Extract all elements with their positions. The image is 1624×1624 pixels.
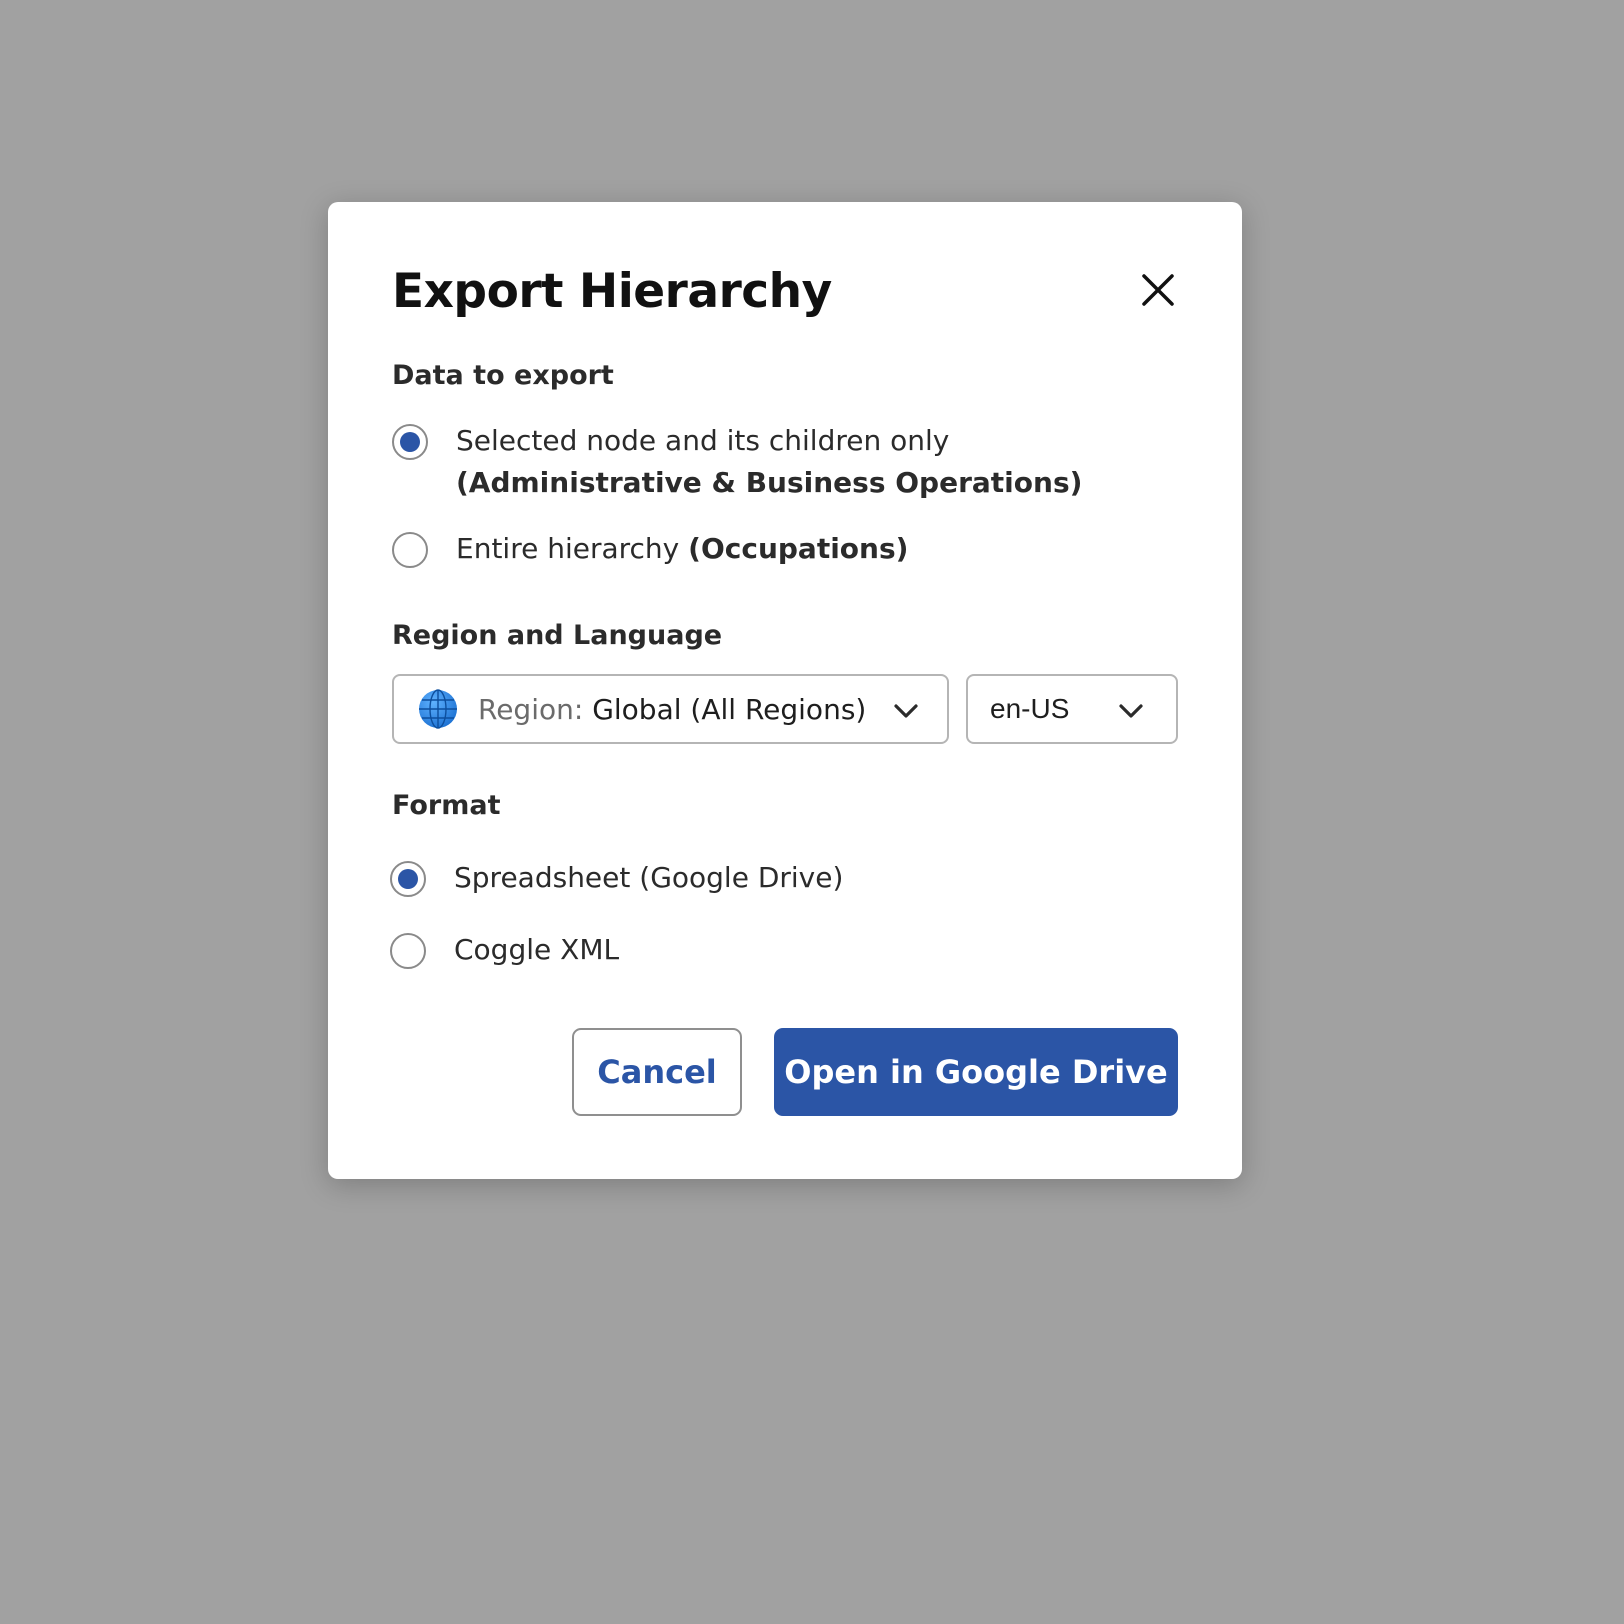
chevron-down-icon <box>1119 704 1143 718</box>
radio-spreadsheet[interactable] <box>390 861 426 897</box>
option-label: Selected node and its children only <box>456 424 950 457</box>
close-icon <box>1142 274 1174 306</box>
region-language-label: Region and Language <box>392 620 723 651</box>
open-in-google-drive-button[interactable]: Open in Google Drive <box>774 1028 1178 1116</box>
radio-coggle-xml[interactable] <box>390 933 426 969</box>
format-option-coggle-xml-label: Coggle XML <box>454 933 620 966</box>
format-label: Format <box>392 790 501 821</box>
close-button[interactable] <box>1134 266 1182 314</box>
export-option-selected-node[interactable]: Selected node and its children only (Adm… <box>392 424 1082 504</box>
globe-icon <box>419 689 457 729</box>
region-select[interactable]: Region: Global (All Regions) <box>392 674 949 744</box>
export-option-selected-node-label: Selected node and its children only (Adm… <box>456 420 1082 504</box>
radio-selected-node[interactable] <box>392 424 428 460</box>
option-label: Entire hierarchy <box>456 532 680 565</box>
export-option-entire-hierarchy[interactable]: Entire hierarchy (Occupations) <box>392 532 908 570</box>
region-select-text: Region: Global (All Regions) <box>478 693 866 726</box>
language-select[interactable]: en-US <box>966 674 1178 744</box>
format-option-coggle-xml[interactable]: Coggle XML <box>390 933 619 971</box>
format-option-spreadsheet-label: Spreadsheet (Google Drive) <box>454 861 844 894</box>
radio-dot <box>400 432 420 452</box>
radio-dot <box>398 869 418 889</box>
region-prefix: Region: <box>478 692 584 726</box>
export-option-entire-hierarchy-label: Entire hierarchy (Occupations) <box>456 528 908 570</box>
option-detail: (Administrative & Business Operations) <box>456 466 1083 499</box>
cancel-button[interactable]: Cancel <box>572 1028 742 1116</box>
dialog-title: Export Hierarchy <box>392 264 832 319</box>
export-hierarchy-dialog: Export Hierarchy Data to export Selected… <box>328 202 1242 1179</box>
data-to-export-label: Data to export <box>392 360 614 391</box>
region-value: Global (All Regions) <box>592 692 867 726</box>
language-value: en-US <box>990 693 1070 724</box>
format-option-spreadsheet[interactable]: Spreadsheet (Google Drive) <box>390 861 843 899</box>
radio-entire-hierarchy[interactable] <box>392 532 428 568</box>
chevron-down-icon <box>894 704 918 718</box>
option-detail: (Occupations) <box>688 532 909 565</box>
